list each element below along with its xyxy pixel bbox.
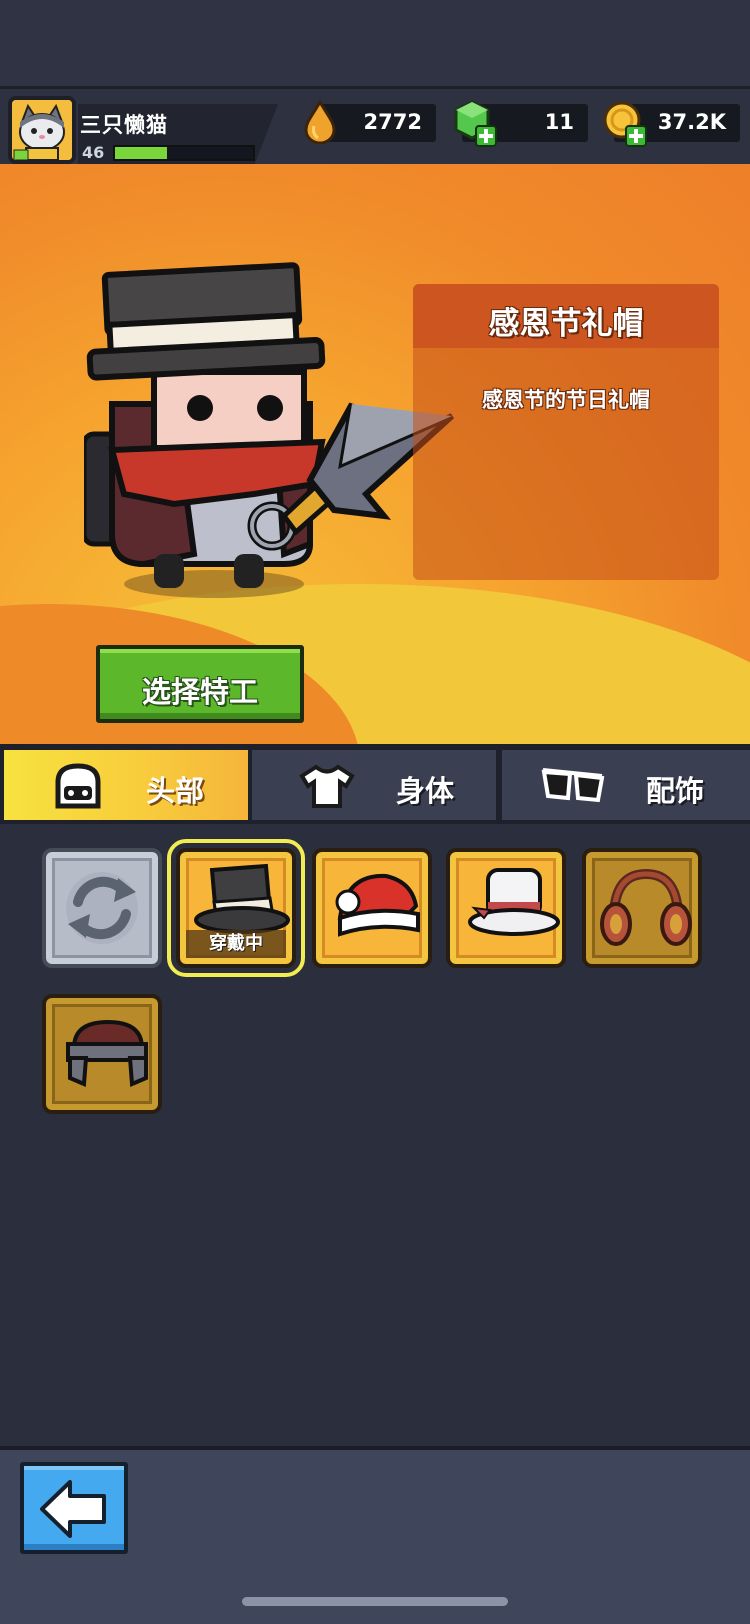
cat-avatar-icon	[12, 100, 72, 160]
item-slot-santa-hat[interactable]	[312, 848, 432, 968]
category-tabs: 头部 身体 配饰	[0, 744, 750, 824]
xp-bar-fill	[115, 147, 168, 159]
home-indicator	[242, 1597, 508, 1606]
tab-head[interactable]: 头部	[4, 750, 248, 820]
equipped-badge: 穿戴中	[186, 930, 286, 958]
agent-character	[84, 262, 455, 598]
status-bar	[0, 0, 750, 86]
item-title: 感恩节礼帽	[488, 306, 644, 342]
tab-body-label: 身体	[396, 774, 455, 808]
ushanka-hat-icon	[66, 1019, 148, 1087]
back-button[interactable]	[20, 1462, 128, 1554]
gold-coin-plus-icon[interactable]	[602, 100, 648, 148]
item-slot-white-top-hat[interactable]	[446, 848, 566, 968]
currency-coin-value: 37.2K	[657, 110, 726, 134]
headphones-icon	[600, 868, 692, 946]
currency-gem-value: 11	[544, 110, 574, 134]
tab-head-label: 头部	[146, 774, 205, 808]
helmet-icon	[55, 763, 101, 809]
item-info-panel: 感恩节礼帽 感恩节的节日礼帽	[413, 284, 719, 580]
oil-drop-icon	[304, 100, 336, 144]
xp-bar	[113, 145, 255, 161]
refresh-icon	[66, 872, 138, 944]
select-agent-button-label: 选择特工	[141, 675, 258, 709]
select-agent-button[interactable]: 选择特工	[96, 645, 304, 723]
shirt-icon	[299, 764, 355, 808]
item-description: 感恩节的节日礼帽	[482, 388, 650, 412]
player-avatar[interactable]	[8, 96, 76, 164]
item-slot-headphones[interactable]	[582, 848, 702, 968]
top-hat-icon	[194, 863, 290, 934]
item-slot-top-hat[interactable]: 穿戴中	[167, 839, 305, 977]
back-arrow-icon	[40, 1480, 106, 1538]
tab-accessory[interactable]: 配饰	[502, 750, 750, 820]
glasses-icon	[541, 768, 605, 803]
currency-oil-value: 2772	[363, 110, 422, 134]
player-name: 三只懒猫	[80, 113, 168, 137]
tab-accessory-label: 配饰	[646, 774, 705, 808]
tab-body[interactable]: 身体	[252, 750, 496, 820]
player-level: 46	[82, 143, 105, 162]
green-gem-plus-icon[interactable]	[452, 100, 498, 148]
white-top-hat-icon	[468, 868, 560, 936]
item-slot-refresh[interactable]	[42, 848, 162, 968]
item-slot-ushanka-hat[interactable]	[42, 994, 162, 1114]
santa-hat-icon	[335, 873, 420, 937]
